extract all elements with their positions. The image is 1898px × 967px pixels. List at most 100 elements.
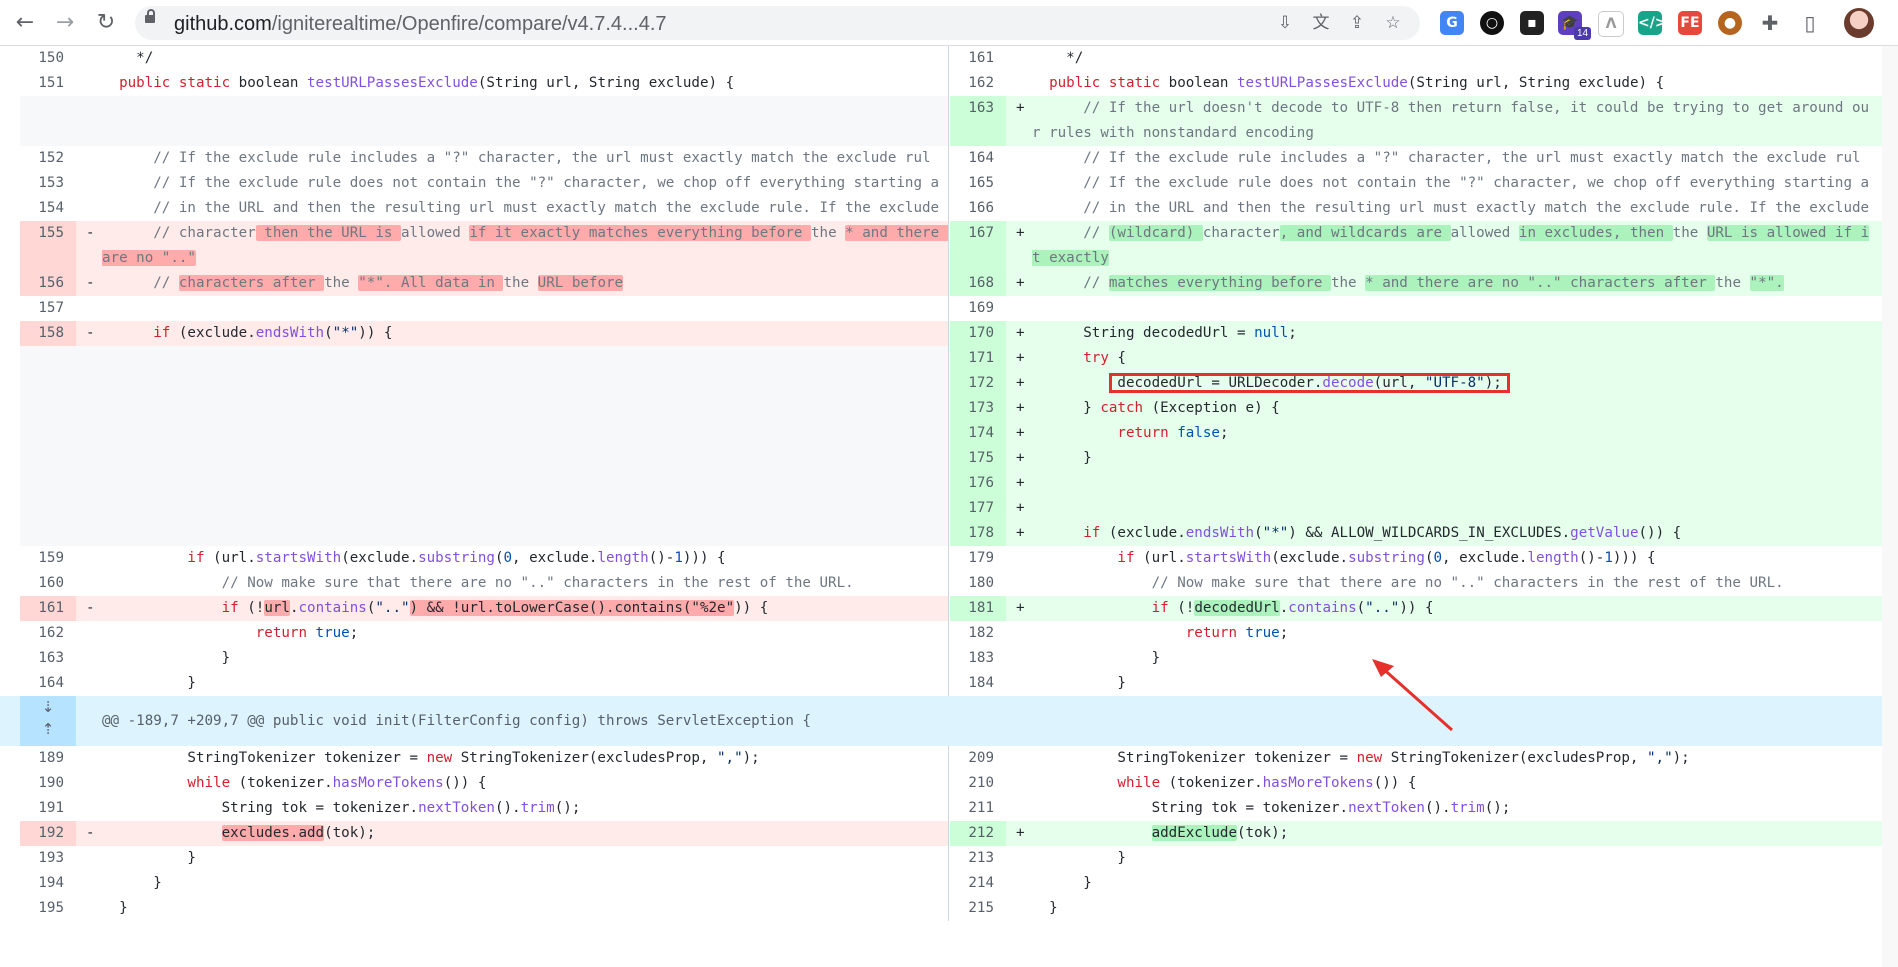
pointed-a-extension-icon[interactable]: Λ [1598, 11, 1624, 37]
line-number[interactable]: 160 [20, 571, 76, 596]
line-number[interactable]: 164 [20, 671, 76, 696]
line-number[interactable]: 163 [20, 646, 76, 671]
line-number[interactable]: 157 [20, 296, 76, 321]
line-number[interactable]: 161 [20, 596, 76, 621]
line-number[interactable]: 183 [950, 646, 1006, 671]
left-diff-cell: 153 // If the exclude rule does not cont… [20, 171, 949, 196]
addition-marker: + [1016, 525, 1025, 541]
line-number[interactable]: 150 [20, 46, 76, 71]
code-line: if (!url.contains("..") && !url.toLowerC… [221, 600, 769, 616]
code-line: // If the exclude rule includes a "?" ch… [153, 150, 931, 166]
line-number[interactable]: 210 [950, 771, 1006, 796]
reload-icon[interactable]: ↻ [91, 8, 121, 38]
line-number[interactable]: 190 [20, 771, 76, 796]
line-number[interactable]: 195 [20, 896, 76, 921]
cookie-extension-icon[interactable]: ● [1718, 11, 1742, 35]
side-panel-icon[interactable]: ▯ [1798, 11, 1822, 35]
left-diff-cell: 156- // characters after the "*". All da… [20, 271, 949, 296]
google-translate-extension-icon[interactable]: G [1440, 11, 1464, 35]
browser-toolbar: ← → ↻ github.com/igniterealtime/Openfire… [0, 0, 1898, 46]
line-number[interactable]: 211 [950, 796, 1006, 821]
line-number[interactable]: 153 [20, 171, 76, 196]
line-number[interactable]: 169 [950, 296, 1006, 321]
line-number[interactable]: 166 [950, 196, 1006, 221]
tampermonkey-extension-icon[interactable]: ▪ [1520, 11, 1544, 35]
fe-helper-extension-icon[interactable]: FE [1678, 11, 1702, 35]
diff-row: 163 + // If the url doesn't decode to UTF… [0, 96, 1898, 146]
expand-lines-icon[interactable]: ⇣ ⇡ [20, 696, 76, 746]
line-number[interactable]: 152 [20, 146, 76, 171]
line-number[interactable]: 181 [950, 596, 1006, 621]
code-line: // (wildcard) character, and wildcards a… [1032, 225, 1870, 266]
left-diff-cell: 150 */ [20, 46, 949, 71]
url-text[interactable]: github.com/igniterealtime/Openfire/compa… [174, 13, 667, 36]
right-diff-cell: 210 while (tokenizer.hasMoreTokens()) { [950, 771, 1882, 796]
back-arrow-icon[interactable]: ← [10, 8, 40, 38]
line-number[interactable]: 213 [950, 846, 1006, 871]
line-number[interactable]: 170 [950, 321, 1006, 346]
line-number[interactable]: 156 [20, 271, 76, 296]
code-line: } [102, 875, 162, 891]
right-diff-cell: 212 + addExclude(tok); [950, 821, 1882, 846]
code-view-extension-icon[interactable]: </> [1638, 11, 1667, 35]
right-diff-cell: 215 } [950, 896, 1882, 921]
forward-arrow-icon[interactable]: → [50, 8, 80, 38]
line-number[interactable]: 155 [20, 221, 76, 271]
line-number[interactable]: 164 [950, 146, 1006, 171]
line-number[interactable]: 171 [950, 346, 1006, 371]
line-number[interactable]: 174 [950, 421, 1006, 446]
addition-marker: + [1016, 825, 1025, 841]
line-number[interactable]: 179 [950, 546, 1006, 571]
profile-avatar[interactable] [1844, 8, 1874, 38]
line-number[interactable]: 173 [950, 396, 1006, 421]
circle-extension-icon[interactable]: ○ [1480, 11, 1504, 35]
install-app-icon[interactable]: ⇩ [1275, 13, 1295, 33]
line-number[interactable]: 161 [950, 46, 1006, 71]
line-number[interactable]: 178 [950, 521, 1006, 546]
diff-row: 190 while (tokenizer.hasMoreTokens()) {2… [0, 771, 1898, 796]
diff-row: 176 + [0, 471, 1898, 496]
diff-row: 152 // If the exclude rule includes a "?… [0, 146, 1898, 171]
line-number[interactable]: 159 [20, 546, 76, 571]
line-number[interactable]: 158 [20, 321, 76, 346]
diff-row: 160 // Now make sure that there are no "… [0, 571, 1898, 596]
line-number[interactable]: 175 [950, 446, 1006, 471]
line-number[interactable]: 184 [950, 671, 1006, 696]
line-number[interactable]: 182 [950, 621, 1006, 646]
right-diff-cell: 213 } [950, 846, 1882, 871]
diff-row: 191 String tok = tokenizer.nextToken().t… [0, 796, 1898, 821]
addition-marker: + [1016, 600, 1025, 616]
line-number[interactable]: 177 [950, 496, 1006, 521]
extensions-puzzle-icon[interactable]: ✚ [1758, 11, 1782, 35]
left-diff-cell: 157 [20, 296, 949, 321]
line-number[interactable]: 167 [950, 221, 1006, 271]
code-line: String tok = tokenizer.nextToken().trim(… [102, 800, 581, 816]
line-number[interactable]: 193 [20, 846, 76, 871]
addition-marker: + [1016, 400, 1025, 416]
address-bar[interactable]: github.com/igniterealtime/Openfire/compa… [135, 6, 1420, 40]
line-number[interactable]: 209 [950, 746, 1006, 771]
line-number[interactable]: 180 [950, 571, 1006, 596]
line-number[interactable]: 165 [950, 171, 1006, 196]
page-scrollbar[interactable] [1882, 46, 1898, 967]
line-number[interactable]: 212 [950, 821, 1006, 846]
line-number[interactable]: 172 [950, 371, 1006, 396]
line-number[interactable]: 176 [950, 471, 1006, 496]
line-number[interactable]: 162 [950, 71, 1006, 96]
line-number[interactable]: 192 [20, 821, 76, 846]
line-number[interactable]: 154 [20, 196, 76, 221]
bookmark-star-icon[interactable]: ☆ [1383, 13, 1403, 33]
translate-icon[interactable]: 文 [1311, 13, 1331, 33]
line-number[interactable]: 214 [950, 871, 1006, 896]
line-number[interactable]: 215 [950, 896, 1006, 921]
line-number[interactable]: 163 [950, 96, 1006, 146]
share-icon[interactable]: ⇪ [1347, 13, 1367, 33]
line-number[interactable]: 191 [20, 796, 76, 821]
line-number[interactable]: 189 [20, 746, 76, 771]
line-number[interactable]: 151 [20, 71, 76, 96]
line-number[interactable]: 162 [20, 621, 76, 646]
code-line: // in the URL and then the resulting url… [153, 200, 940, 216]
line-number[interactable]: 194 [20, 871, 76, 896]
line-number[interactable]: 168 [950, 271, 1006, 296]
deletion-marker: - [86, 225, 95, 241]
